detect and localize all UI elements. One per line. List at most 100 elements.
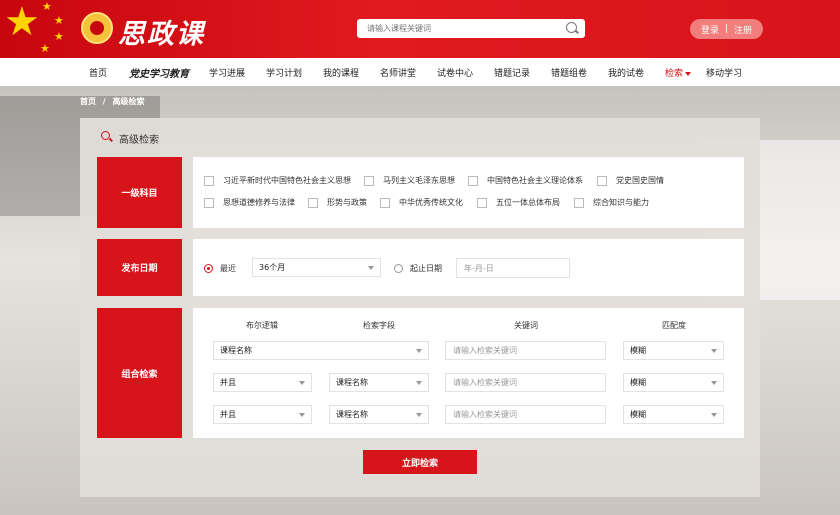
option-label: 党史国史国情 [616, 176, 664, 185]
date-label: 发布日期 [97, 239, 182, 296]
combo-row3-match-select[interactable]: 模糊 [623, 405, 724, 424]
auth-divider: | [724, 24, 729, 34]
combo-row3-field-select[interactable]: 课程名称 [329, 405, 429, 424]
select-value: 课程名称 [336, 410, 368, 419]
chevron-down-icon [368, 266, 374, 270]
option-label: 形势与政策 [327, 198, 367, 207]
nav-item-wrong-records[interactable]: 错题记录 [494, 66, 530, 79]
option-label: 五位一体总体布局 [496, 198, 560, 207]
combo-label: 组合检索 [97, 308, 182, 438]
combo-row3-logic-select[interactable]: 并且 [213, 405, 312, 424]
chevron-down-icon [416, 413, 422, 417]
search-list-icon [101, 131, 110, 140]
subject-option-five-in-one[interactable]: 五位一体总体布局 [477, 197, 560, 208]
subject-option-marxism[interactable]: 马列主义毛泽东思想 [364, 175, 455, 186]
nav-item-party-history[interactable]: 党史学习教育 [129, 65, 189, 80]
register-link[interactable]: 注册 [734, 23, 752, 36]
subject-option-general-knowledge[interactable]: 综合知识与能力 [574, 197, 649, 208]
checkbox-icon[interactable] [364, 175, 374, 186]
chevron-down-icon [299, 381, 305, 385]
select-value: 模糊 [630, 346, 646, 355]
subject-label: 一级科目 [97, 157, 182, 228]
select-value: 36个月 [259, 263, 286, 272]
recent-months-select[interactable]: 36个月 [252, 258, 381, 277]
combo-row2-match-select[interactable]: 模糊 [623, 373, 724, 392]
date-recent-radio[interactable]: 最近 [204, 263, 236, 274]
search-input[interactable] [367, 21, 557, 35]
checkbox-icon[interactable] [597, 175, 607, 186]
breadcrumb-home[interactable]: 首页 [80, 97, 96, 106]
checkbox-icon[interactable] [477, 197, 487, 208]
subject-option-morality-law[interactable]: 思想道德修养与法律 [204, 197, 295, 208]
search-icon[interactable] [566, 22, 577, 33]
breadcrumb-sep: / [102, 97, 106, 106]
nav-item-my-exams[interactable]: 我的试卷 [608, 66, 644, 79]
radio-label: 最近 [220, 264, 236, 273]
nav-item-search-label: 检索 [665, 69, 684, 79]
nav-item-progress[interactable]: 学习进展 [209, 66, 245, 79]
emblem-icon [81, 12, 113, 44]
combo-row3-keyword-input[interactable]: 请输入检索关键词 [445, 405, 606, 424]
select-value: 课程名称 [336, 378, 368, 387]
search-box [357, 19, 585, 38]
combo-row2-field-select[interactable]: 课程名称 [329, 373, 429, 392]
combo-row1-match-select[interactable]: 模糊 [623, 341, 724, 360]
nav-item-my-courses[interactable]: 我的课程 [323, 66, 359, 79]
combo-row1-keyword-input[interactable]: 请输入检索关键词 [445, 341, 606, 360]
chevron-down-icon [416, 381, 422, 385]
nav-item-home[interactable]: 首页 [89, 66, 107, 79]
chevron-down-icon [711, 381, 717, 385]
select-value: 课程名称 [220, 346, 252, 355]
subject-option-party-history[interactable]: 党史国史国情 [597, 175, 664, 186]
auth-pill: 登录 | 注册 [690, 19, 763, 39]
nav-item-wrong-compose[interactable]: 错题组卷 [551, 66, 587, 79]
checkbox-icon[interactable] [468, 175, 478, 186]
search-submit-button[interactable]: 立即检索 [363, 450, 477, 474]
breadcrumb: 首页 / 高级检索 [80, 96, 145, 107]
select-value: 模糊 [630, 410, 646, 419]
option-label: 中华优秀传统文化 [399, 198, 463, 207]
chevron-down-icon [299, 413, 305, 417]
combo-row1-field-select[interactable]: 课程名称 [213, 341, 429, 360]
col-header-field: 检索字段 [363, 321, 395, 330]
nav-item-exam-center[interactable]: 试卷中心 [437, 66, 473, 79]
option-label: 马列主义毛泽东思想 [383, 176, 455, 185]
star-icon: ★ [42, 0, 52, 13]
subject-option-situation-policy[interactable]: 形势与政策 [308, 197, 367, 208]
col-header-logic: 布尔逻辑 [246, 321, 278, 330]
checkbox-icon[interactable] [574, 197, 584, 208]
select-value: 并且 [220, 410, 236, 419]
subject-option-xi-thought[interactable]: 习近平新时代中国特色社会主义思想 [204, 175, 351, 186]
option-label: 思想道德修养与法律 [223, 198, 295, 207]
combo-row2-logic-select[interactable]: 并且 [213, 373, 312, 392]
nav-item-plan[interactable]: 学习计划 [266, 66, 302, 79]
radio-icon[interactable] [394, 264, 403, 273]
site-logo[interactable]: 思政课 [118, 12, 205, 51]
login-link[interactable]: 登录 [701, 23, 719, 36]
caret-down-icon [685, 71, 692, 76]
checkbox-icon[interactable] [204, 175, 214, 186]
checkbox-icon[interactable] [204, 197, 214, 208]
top-header: ★ ★ ★ ★ ★ 思政课 登录 | 注册 [0, 0, 840, 58]
checkbox-icon[interactable] [308, 197, 318, 208]
date-input[interactable]: 年-月-日 [456, 258, 570, 278]
nav-item-mobile[interactable]: 移动学习 [706, 66, 742, 79]
chevron-down-icon [416, 349, 422, 353]
star-icon: ★ [54, 14, 64, 27]
star-icon: ★ [40, 42, 50, 55]
nav-item-lectures[interactable]: 名师讲堂 [380, 66, 416, 79]
radio-selected-icon[interactable] [204, 264, 213, 273]
date-range-radio[interactable]: 起止日期 [394, 263, 442, 274]
nav-item-search[interactable]: 检索 [665, 66, 692, 79]
radio-label: 起止日期 [410, 264, 442, 273]
checkbox-icon[interactable] [380, 197, 390, 208]
select-value: 模糊 [630, 378, 646, 387]
panel-title: 高级检索 [119, 135, 159, 146]
subject-option-traditional-culture[interactable]: 中华优秀传统文化 [380, 197, 463, 208]
main-nav: 首页 党史学习教育 学习进展 学习计划 我的课程 名师讲堂 试卷中心 错题记录 … [0, 58, 840, 86]
option-label: 综合知识与能力 [593, 198, 649, 207]
star-icon: ★ [54, 30, 64, 43]
subject-option-theory-system[interactable]: 中国特色社会主义理论体系 [468, 175, 583, 186]
col-header-match: 匹配度 [662, 321, 686, 330]
combo-row2-keyword-input[interactable]: 请输入检索关键词 [445, 373, 606, 392]
